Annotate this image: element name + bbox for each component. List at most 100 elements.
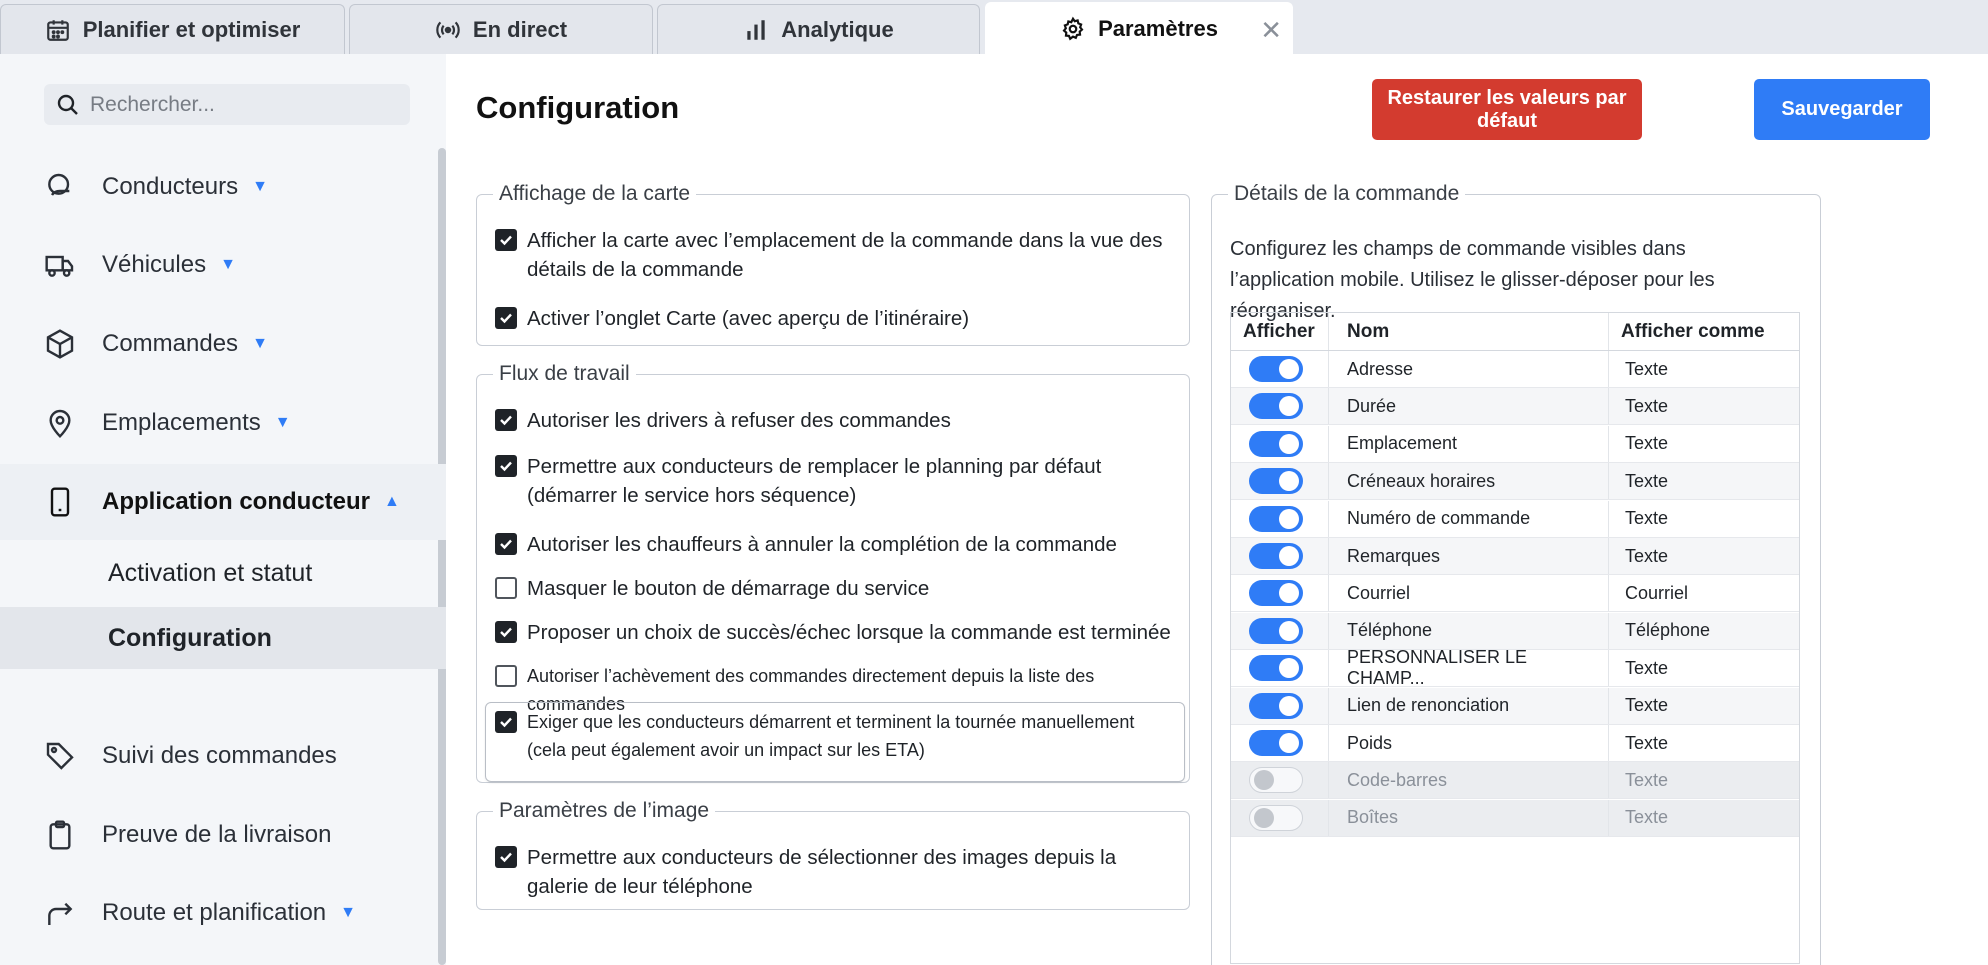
checkbox-checked[interactable] — [495, 533, 517, 555]
checkbox-row[interactable]: Autoriser les drivers à refuser des comm… — [495, 406, 1175, 435]
column-header: Nom — [1329, 313, 1609, 350]
sidebar: Conducteurs ▼ Véhicules ▼ Commandes ▼ Em… — [0, 54, 446, 965]
checkbox-label: Afficher la carte avec l’emplacement de … — [527, 229, 1163, 281]
clipboard-icon — [49, 820, 71, 850]
sidebar-item-conducteurs[interactable]: Conducteurs ▼ — [0, 157, 446, 217]
sidebar-item-route-planification[interactable]: Route et planification ▼ — [0, 883, 446, 943]
checkmark-icon — [500, 235, 512, 246]
checkbox-row[interactable]: Masquer le bouton de démarrage du servic… — [495, 574, 1175, 603]
visibility-toggle[interactable] — [1249, 580, 1303, 607]
sidebar-item-application-conducteur[interactable]: Application conducteur ▲ — [0, 464, 446, 540]
checkbox-row[interactable]: Afficher la carte avec l’emplacement de … — [495, 226, 1175, 284]
table-row[interactable]: Emplacement Texte — [1231, 425, 1799, 463]
table-row[interactable]: Code-barres Texte — [1231, 762, 1799, 800]
sidebar-item-suivi-commandes[interactable]: Suivi des commandes — [0, 726, 446, 786]
checkbox-checked[interactable] — [495, 711, 517, 733]
caret-down-icon: ▼ — [252, 335, 268, 352]
field-name-cell: Lien de renonciation — [1329, 687, 1609, 724]
field-name-cell: Emplacement — [1329, 425, 1609, 462]
display-as-cell: Texte — [1625, 732, 1669, 753]
tab-en-direct[interactable]: En direct — [349, 4, 653, 54]
show-cell — [1231, 351, 1329, 387]
table-row[interactable]: Courriel Courriel — [1231, 575, 1799, 613]
checkbox-checked[interactable] — [495, 229, 517, 251]
checkbox-checked[interactable] — [495, 455, 517, 477]
main-content: Configuration Restaurer les valeurs par … — [446, 54, 1988, 965]
visibility-toggle[interactable] — [1249, 543, 1303, 569]
checkbox-row[interactable]: Proposer un choix de succès/échec lorsqu… — [495, 618, 1185, 647]
checkbox-row[interactable]: Activer l’onglet Carte (avec aperçu de l… — [495, 304, 1175, 333]
caret-up-icon: ▲ — [384, 493, 400, 510]
table-row[interactable]: Poids Texte — [1231, 725, 1799, 762]
table-row[interactable]: Remarques Texte — [1231, 538, 1799, 575]
sidebar-item-emplacements[interactable]: Emplacements ▼ — [0, 393, 446, 453]
field-name-cell: Poids — [1329, 725, 1609, 761]
toggle-knob — [1279, 396, 1299, 417]
visibility-toggle[interactable] — [1249, 692, 1303, 719]
table-row[interactable]: Téléphone Téléphone — [1231, 612, 1799, 650]
checkbox-row[interactable]: Exiger que les conducteurs démarrent et … — [495, 708, 1165, 764]
close-icon[interactable]: ✕ — [1260, 15, 1282, 46]
visibility-toggle[interactable] — [1249, 393, 1303, 420]
bar-chart-icon — [747, 19, 765, 40]
tab-parametres[interactable]: Paramètres ✕ — [985, 2, 1293, 55]
tab-bar: Planifier et optimiser En direct Analyti… — [0, 0, 1988, 55]
display-as-cell: Courriel — [1625, 582, 1689, 603]
sidebar-item-label: Suivi des commandes — [102, 742, 337, 769]
save-button[interactable]: Sauvegarder — [1754, 79, 1930, 140]
checkbox-checked[interactable] — [495, 307, 517, 329]
tab-label: En direct — [472, 16, 568, 42]
restore-defaults-button[interactable]: Restaurer les valeurs par défaut — [1372, 79, 1642, 140]
display-as-cell: Texte — [1625, 545, 1669, 566]
field-name-cell: Courriel — [1329, 575, 1609, 612]
checkbox-checked[interactable] — [495, 621, 517, 643]
show-cell — [1231, 725, 1329, 761]
visibility-toggle[interactable] — [1249, 804, 1303, 831]
visibility-toggle[interactable] — [1249, 505, 1303, 532]
table-row[interactable]: Créneaux horaires Texte — [1231, 463, 1799, 501]
checkbox-row[interactable]: Permettre aux conducteurs de remplacer l… — [495, 452, 1145, 510]
visibility-toggle[interactable] — [1249, 767, 1303, 794]
checkbox-row[interactable]: Permettre aux conducteurs de sélectionne… — [495, 843, 1155, 901]
table-row[interactable]: Durée Texte — [1231, 388, 1799, 426]
checkbox-checked[interactable] — [495, 409, 517, 431]
section-legend: Affichage de la carte — [499, 182, 691, 205]
checkbox-unchecked[interactable] — [495, 665, 517, 687]
display-as-cell: Texte — [1625, 470, 1669, 491]
sidebar-item-commandes[interactable]: Commandes ▼ — [0, 314, 446, 374]
search-input[interactable] — [90, 92, 390, 117]
field-name-cell: Adresse — [1329, 351, 1609, 387]
toggle-knob — [1279, 695, 1299, 716]
table-row[interactable]: Lien de renonciation Texte — [1231, 687, 1799, 725]
tab-planifier[interactable]: Planifier et optimiser — [0, 4, 345, 54]
visibility-toggle[interactable] — [1249, 468, 1303, 495]
table-row[interactable]: Boîtes Texte — [1231, 799, 1799, 837]
visibility-toggle[interactable] — [1249, 617, 1303, 644]
tab-analytique[interactable]: Analytique — [657, 4, 980, 54]
checkbox-checked[interactable] — [495, 846, 517, 868]
checkbox-row[interactable]: Autoriser les chauffeurs à annuler la co… — [495, 530, 1175, 559]
field-name-cell: Remarques — [1329, 538, 1609, 574]
visibility-toggle[interactable] — [1249, 430, 1303, 457]
show-cell — [1231, 538, 1329, 574]
sidebar-item-vehicules[interactable]: Véhicules ▼ — [0, 235, 446, 295]
checkbox-unchecked[interactable] — [495, 577, 517, 599]
sidebar-subitem-activation[interactable]: Activation et statut — [0, 542, 446, 604]
table-row[interactable]: Adresse Texte — [1231, 351, 1799, 388]
display-as-cell: Texte — [1625, 358, 1669, 379]
checkbox-label: Permettre aux conducteurs de remplacer l… — [527, 455, 1102, 507]
visibility-toggle[interactable] — [1249, 356, 1303, 382]
toggle-knob — [1254, 807, 1274, 828]
visibility-toggle[interactable] — [1249, 655, 1303, 682]
table-row[interactable]: PERSONNALISER LE CHAMP... Texte — [1231, 647, 1799, 688]
checkbox-label: Masquer le bouton de démarrage du servic… — [527, 577, 930, 600]
map-display-section: Affichage de la carte Afficher la carte … — [476, 182, 1190, 346]
show-cell — [1231, 500, 1329, 537]
table-row[interactable]: Numéro de commande Texte — [1231, 500, 1799, 538]
page-title: Configuration — [476, 90, 680, 125]
order-fields-table: Afficher Nom Afficher comme Adresse Texte… — [1230, 312, 1800, 964]
visibility-toggle[interactable] — [1249, 730, 1303, 756]
sidebar-subitem-configuration[interactable]: Configuration — [0, 607, 446, 669]
sidebar-item-preuve-livraison[interactable]: Preuve de la livraison — [0, 805, 446, 865]
search-icon — [57, 94, 78, 115]
